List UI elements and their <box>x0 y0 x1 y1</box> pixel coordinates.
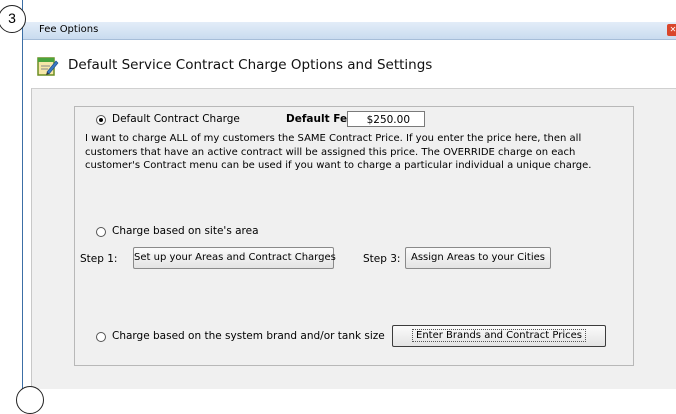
content-area: Default Contract Charge Default Fee: $25… <box>31 88 676 389</box>
step1-label: Step 1: <box>80 253 118 265</box>
description-line-3: customer's Contract menu can be used if … <box>85 160 592 171</box>
step3-label: Step 3: <box>363 253 401 265</box>
area-charge-radio[interactable] <box>96 227 106 237</box>
step-marker-next <box>16 386 44 414</box>
page-title: Default Service Contract Charge Options … <box>68 57 433 73</box>
default-fee-input[interactable]: $250.00 <box>347 111 425 127</box>
edit-form-icon <box>37 57 59 76</box>
setup-areas-button-label: Set up your Areas and Contract Charges <box>134 252 336 263</box>
title-bar[interactable]: Fee Options ✕ <box>23 22 676 40</box>
charge-options-group: Default Contract Charge Default Fee: $25… <box>74 106 634 366</box>
brand-charge-label: Charge based on the system brand and/or … <box>112 330 385 342</box>
header: Default Service Contract Charge Options … <box>23 40 676 88</box>
default-charge-radio[interactable] <box>96 115 106 125</box>
close-icon: ✕ <box>669 25 676 34</box>
enter-brands-button-label: Enter Brands and Contract Prices <box>412 329 586 342</box>
close-button[interactable]: ✕ <box>667 24 676 36</box>
description-line-2: customers that have an active contract w… <box>85 146 576 158</box>
step-marker-label: 3 <box>8 10 16 26</box>
assign-areas-button[interactable]: Assign Areas to your Cities <box>405 247 551 269</box>
window-title: Fee Options <box>39 24 99 35</box>
assign-areas-button-label: Assign Areas to your Cities <box>410 252 545 263</box>
area-charge-label: Charge based on site's area <box>112 225 259 237</box>
brand-charge-radio[interactable] <box>96 332 106 342</box>
default-charge-description: I want to charge ALL of my customers the… <box>85 132 591 173</box>
enter-brands-button[interactable]: Enter Brands and Contract Prices <box>392 325 606 347</box>
description-line-1: I want to charge ALL of my customers the… <box>85 133 582 144</box>
setup-areas-button[interactable]: Set up your Areas and Contract Charges <box>133 247 336 269</box>
fee-options-window: Fee Options ✕ Default Service Contract C… <box>22 0 676 396</box>
default-charge-label: Default Contract Charge <box>112 113 240 125</box>
